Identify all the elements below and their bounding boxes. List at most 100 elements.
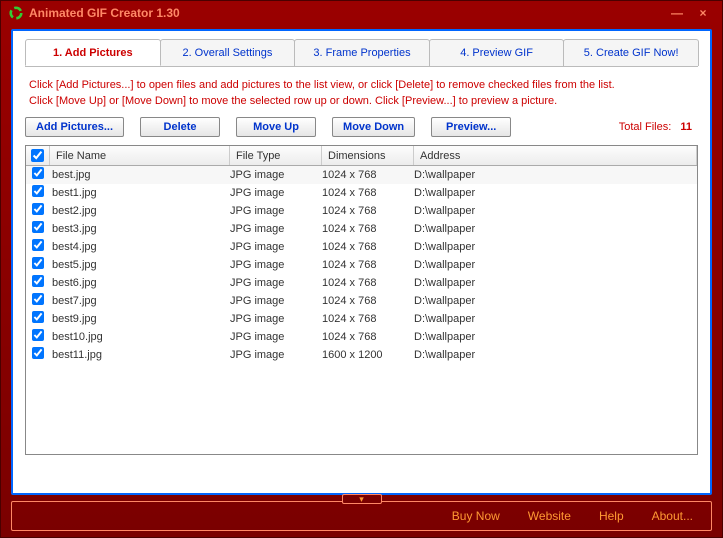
tab-overall-settings[interactable]: 2. Overall Settings — [160, 39, 296, 66]
cell-filetype: JPG image — [230, 169, 322, 181]
header-checkbox[interactable] — [31, 149, 44, 162]
row-checkbox[interactable] — [32, 167, 44, 179]
move-up-button[interactable]: Move Up — [236, 117, 316, 137]
cell-filename: best.jpg — [50, 169, 230, 181]
row-checkbox[interactable] — [32, 203, 44, 215]
row-checkbox-cell — [26, 221, 50, 236]
content-panel: 1. Add Pictures 2. Overall Settings 3. F… — [11, 29, 712, 495]
cell-dimensions: 1024 x 768 — [322, 223, 414, 235]
row-checkbox-cell — [26, 275, 50, 290]
delete-button[interactable]: Delete — [140, 117, 220, 137]
row-checkbox[interactable] — [32, 329, 44, 341]
row-checkbox-cell — [26, 311, 50, 326]
cell-dimensions: 1024 x 768 — [322, 313, 414, 325]
cell-address: D:\wallpaper — [414, 313, 697, 325]
help-link[interactable]: Help — [599, 509, 624, 523]
cell-address: D:\wallpaper — [414, 241, 697, 253]
cell-address: D:\wallpaper — [414, 187, 697, 199]
preview-button[interactable]: Preview... — [431, 117, 511, 137]
titlebar: Animated GIF Creator 1.30 — × — [1, 1, 722, 25]
row-checkbox-cell — [26, 257, 50, 272]
cell-filename: best2.jpg — [50, 205, 230, 217]
row-checkbox[interactable] — [32, 185, 44, 197]
total-files-label: Total Files: — [619, 121, 672, 133]
table-row[interactable]: best11.jpgJPG image1600 x 1200D:\wallpap… — [26, 346, 697, 364]
cell-address: D:\wallpaper — [414, 331, 697, 343]
cell-address: D:\wallpaper — [414, 223, 697, 235]
column-header-name[interactable]: File Name — [50, 146, 230, 165]
cell-dimensions: 1600 x 1200 — [322, 349, 414, 361]
tab-add-pictures[interactable]: 1. Add Pictures — [25, 39, 161, 66]
cell-filetype: JPG image — [230, 205, 322, 217]
tab-create-gif[interactable]: 5. Create GIF Now! — [563, 39, 699, 66]
cell-filename: best4.jpg — [50, 241, 230, 253]
cell-dimensions: 1024 x 768 — [322, 295, 414, 307]
cell-filetype: JPG image — [230, 259, 322, 271]
table-row[interactable]: best4.jpgJPG image1024 x 768D:\wallpaper — [26, 238, 697, 256]
cell-filetype: JPG image — [230, 187, 322, 199]
row-checkbox[interactable] — [32, 239, 44, 251]
row-checkbox[interactable] — [32, 221, 44, 233]
row-checkbox[interactable] — [32, 293, 44, 305]
table-row[interactable]: best5.jpgJPG image1024 x 768D:\wallpaper — [26, 256, 697, 274]
row-checkbox-cell — [26, 347, 50, 362]
column-header-address[interactable]: Address — [414, 146, 697, 165]
cell-address: D:\wallpaper — [414, 169, 697, 181]
minimize-button[interactable]: — — [666, 5, 688, 21]
instructions-line1: Click [Add Pictures...] to open files an… — [29, 77, 694, 93]
column-header-type[interactable]: File Type — [230, 146, 322, 165]
table-row[interactable]: best6.jpgJPG image1024 x 768D:\wallpaper — [26, 274, 697, 292]
table-row[interactable]: best1.jpgJPG image1024 x 768D:\wallpaper — [26, 184, 697, 202]
grid-body: best.jpgJPG image1024 x 768D:\wallpaperb… — [26, 166, 697, 364]
total-files-count: 11 — [680, 121, 692, 133]
table-row[interactable]: best10.jpgJPG image1024 x 768D:\wallpape… — [26, 328, 697, 346]
cell-dimensions: 1024 x 768 — [322, 277, 414, 289]
cell-address: D:\wallpaper — [414, 295, 697, 307]
table-row[interactable]: best7.jpgJPG image1024 x 768D:\wallpaper — [26, 292, 697, 310]
table-row[interactable]: best2.jpgJPG image1024 x 768D:\wallpaper — [26, 202, 697, 220]
tab-preview-gif[interactable]: 4. Preview GIF — [429, 39, 565, 66]
footer-bar: ▾ Buy Now Website Help About... — [11, 501, 712, 531]
instructions-line2: Click [Move Up] or [Move Down] to move t… — [29, 93, 694, 109]
cell-filename: best11.jpg — [50, 349, 230, 361]
app-window: Animated GIF Creator 1.30 — × 1. Add Pic… — [0, 0, 723, 538]
cell-filename: best6.jpg — [50, 277, 230, 289]
row-checkbox[interactable] — [32, 257, 44, 269]
row-checkbox-cell — [26, 239, 50, 254]
move-down-button[interactable]: Move Down — [332, 117, 415, 137]
row-checkbox[interactable] — [32, 347, 44, 359]
cell-dimensions: 1024 x 768 — [322, 205, 414, 217]
tab-frame-properties[interactable]: 3. Frame Properties — [294, 39, 430, 66]
cell-address: D:\wallpaper — [414, 205, 697, 217]
close-button[interactable]: × — [692, 5, 714, 21]
cell-filetype: JPG image — [230, 331, 322, 343]
about-link[interactable]: About... — [652, 509, 693, 523]
cell-filetype: JPG image — [230, 349, 322, 361]
cell-dimensions: 1024 x 768 — [322, 169, 414, 181]
app-title: Animated GIF Creator 1.30 — [29, 6, 180, 20]
total-files: Total Files: 11 — [619, 121, 692, 133]
website-link[interactable]: Website — [528, 509, 571, 523]
cell-filename: best9.jpg — [50, 313, 230, 325]
cell-filename: best7.jpg — [50, 295, 230, 307]
collapse-handle[interactable]: ▾ — [342, 494, 382, 504]
cell-dimensions: 1024 x 768 — [322, 187, 414, 199]
row-checkbox[interactable] — [32, 311, 44, 323]
row-checkbox-cell — [26, 185, 50, 200]
cell-filename: best1.jpg — [50, 187, 230, 199]
tab-strip: 1. Add Pictures 2. Overall Settings 3. F… — [25, 39, 698, 67]
cell-filename: best5.jpg — [50, 259, 230, 271]
column-header-check[interactable] — [26, 146, 50, 165]
row-checkbox-cell — [26, 203, 50, 218]
table-row[interactable]: best.jpgJPG image1024 x 768D:\wallpaper — [26, 166, 697, 184]
cell-address: D:\wallpaper — [414, 277, 697, 289]
toolbar: Add Pictures... Delete Move Up Move Down… — [25, 117, 698, 137]
row-checkbox[interactable] — [32, 275, 44, 287]
cell-filename: best10.jpg — [50, 331, 230, 343]
buy-now-link[interactable]: Buy Now — [452, 509, 500, 523]
table-row[interactable]: best3.jpgJPG image1024 x 768D:\wallpaper — [26, 220, 697, 238]
app-icon — [9, 6, 23, 20]
table-row[interactable]: best9.jpgJPG image1024 x 768D:\wallpaper — [26, 310, 697, 328]
column-header-dimensions[interactable]: Dimensions — [322, 146, 414, 165]
add-pictures-button[interactable]: Add Pictures... — [25, 117, 124, 137]
